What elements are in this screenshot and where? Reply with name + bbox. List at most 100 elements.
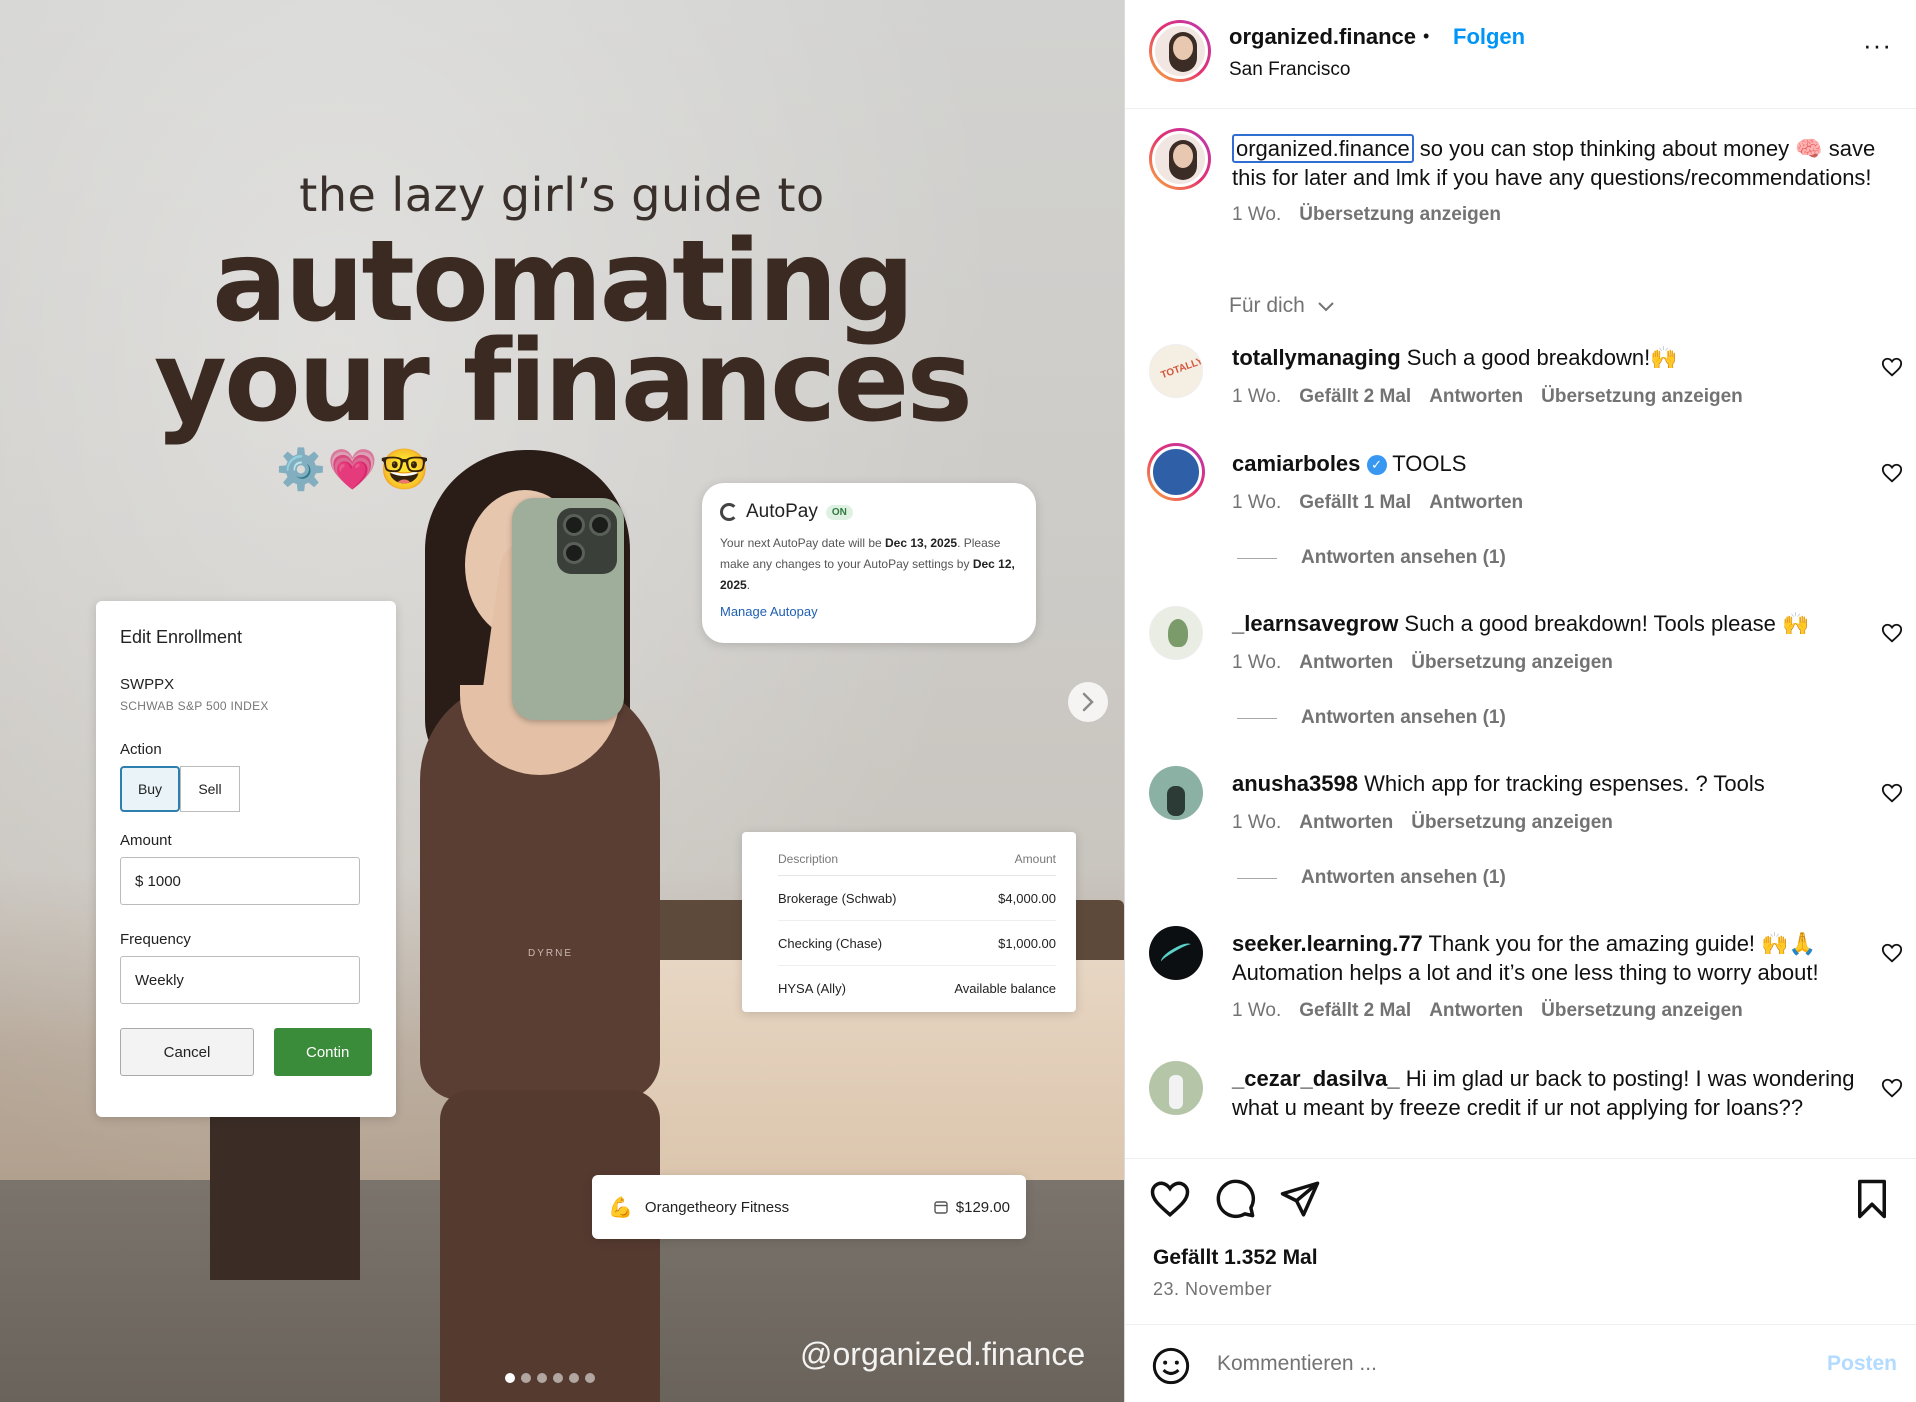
carousel-dot xyxy=(553,1373,563,1383)
heart-icon[interactable] xyxy=(1881,622,1903,644)
verified-badge-icon: ✓ xyxy=(1366,455,1387,476)
camera-lens xyxy=(589,514,611,536)
comment-likes[interactable]: Gefällt 2 Mal xyxy=(1299,1000,1411,1021)
comment-username[interactable]: anusha3598 xyxy=(1232,771,1358,796)
post-image-title-line2: your finances xyxy=(153,317,973,447)
post-sidebar: organized.finance • Folgen San Francisco… xyxy=(1124,0,1916,1402)
comment-username[interactable]: _cezar_dasilva_ xyxy=(1232,1066,1400,1091)
comment-text: totallymanaging Such a good breakdown!🙌 xyxy=(1232,343,1862,372)
comment-time[interactable]: 1 Wo. xyxy=(1232,386,1281,407)
comment-text: camiarboles ✓ TOOLS xyxy=(1232,449,1862,478)
camera-lens xyxy=(563,542,585,564)
bookmark-icon[interactable] xyxy=(1851,1178,1893,1220)
table-col-amount: Amount xyxy=(1014,851,1056,866)
reply-button[interactable]: Antworten xyxy=(1299,812,1393,833)
comment-time[interactable]: 1 Wo. xyxy=(1232,652,1281,673)
comment-time[interactable]: 1 Wo. xyxy=(1232,812,1281,833)
comment-username[interactable]: totallymanaging xyxy=(1232,345,1401,370)
comment-meta: 1 Wo. Antworten Übersetzung anzeigen xyxy=(1232,812,1631,834)
comment-time[interactable]: 1 Wo. xyxy=(1232,492,1281,513)
enroll-continue-button: Contin xyxy=(274,1028,372,1076)
heart-icon[interactable] xyxy=(1881,1077,1903,1099)
comment-avatar[interactable] xyxy=(1149,606,1203,660)
comment-time[interactable]: 1 Wo. xyxy=(1232,1000,1281,1021)
author-avatar[interactable] xyxy=(1149,20,1211,82)
comment-username[interactable]: seeker.learning.77 xyxy=(1232,931,1423,956)
comment-text: anusha3598 Which app for tracking espens… xyxy=(1232,769,1862,798)
comment-bubble-icon[interactable] xyxy=(1215,1178,1257,1220)
author-username[interactable]: organized.finance xyxy=(1229,24,1416,50)
header-divider xyxy=(1125,108,1916,109)
amount-label: Amount xyxy=(120,832,172,849)
transfer-table-card: Description Amount Brokerage (Schwab) $4… xyxy=(742,832,1076,1012)
translate-button[interactable]: Übersetzung anzeigen xyxy=(1411,812,1613,833)
comment-text: _cezar_dasilva_ Hi im glad ur back to po… xyxy=(1232,1064,1862,1122)
translate-button[interactable]: Übersetzung anzeigen xyxy=(1411,652,1613,673)
follow-button[interactable]: Folgen xyxy=(1453,24,1525,50)
autopay-card: AutoPay ON Your next AutoPay date will b… xyxy=(702,483,1036,643)
comment-likes[interactable]: Gefällt 2 Mal xyxy=(1299,386,1411,407)
share-paper-plane-icon[interactable] xyxy=(1279,1178,1321,1220)
post-media[interactable]: the lazy girl’s guide to automating your… xyxy=(0,0,1124,1402)
reply-button[interactable]: Antworten xyxy=(1299,652,1393,673)
row-description: HYSA (Ally) xyxy=(778,981,846,996)
composer-divider xyxy=(1125,1324,1916,1325)
post-image-subtitle: the lazy girl’s guide to xyxy=(299,168,825,222)
comment-sort-dropdown[interactable]: Für dich xyxy=(1229,294,1335,318)
like-heart-icon[interactable] xyxy=(1149,1178,1191,1220)
reply-button[interactable]: Antworten xyxy=(1429,492,1523,513)
comment-avatar[interactable]: TOTALLY xyxy=(1149,344,1203,398)
leggings xyxy=(440,1090,660,1402)
view-replies-button[interactable]: Antworten ansehen (1) xyxy=(1237,867,1506,889)
post-caption: organized.finance so you can stop thinki… xyxy=(1232,134,1882,229)
caption-avatar[interactable] xyxy=(1149,128,1211,190)
enroll-cancel-button: Cancel xyxy=(120,1028,254,1076)
person-silhouette xyxy=(1169,1075,1183,1109)
emoji-smiley-icon[interactable] xyxy=(1151,1346,1191,1386)
caption-translate[interactable]: Übersetzung anzeigen xyxy=(1299,204,1501,225)
translate-button[interactable]: Übersetzung anzeigen xyxy=(1541,1000,1743,1021)
heart-icon[interactable] xyxy=(1881,462,1903,484)
table-col-description: Description xyxy=(778,851,839,866)
carousel-dot xyxy=(521,1373,531,1383)
comment-input[interactable]: Kommentieren ... xyxy=(1217,1352,1377,1376)
more-options-button[interactable]: ··· xyxy=(1863,30,1892,61)
heart-icon[interactable] xyxy=(1881,942,1903,964)
replies-line xyxy=(1237,557,1277,559)
row-description: Brokerage (Schwab) xyxy=(778,890,897,906)
view-replies-button[interactable]: Antworten ansehen (1) xyxy=(1237,707,1506,729)
reply-button[interactable]: Antworten xyxy=(1429,1000,1523,1021)
comment-likes[interactable]: Gefällt 1 Mal xyxy=(1299,492,1411,513)
frequency-field: Weekly xyxy=(120,956,360,1004)
comment-avatar[interactable] xyxy=(1149,926,1203,980)
amount-field: $ 1000 xyxy=(120,857,360,905)
post-location[interactable]: San Francisco xyxy=(1229,59,1350,81)
carousel-dot xyxy=(537,1373,547,1383)
row-description: Checking (Chase) xyxy=(778,935,883,951)
comment-avatar[interactable] xyxy=(1147,443,1205,501)
heart-icon[interactable] xyxy=(1881,782,1903,804)
next-slide-button[interactable] xyxy=(1068,682,1108,722)
frequency-label: Frequency xyxy=(120,931,191,948)
post-comment-button[interactable]: Posten xyxy=(1827,1352,1897,1376)
table-row: Checking (Chase) $1,000.00 xyxy=(778,921,1056,966)
header-separator: • xyxy=(1423,26,1430,46)
comment-username[interactable]: camiarboles xyxy=(1232,451,1360,476)
comment-username[interactable]: _learnsavegrow xyxy=(1232,611,1398,636)
action-label: Action xyxy=(120,741,162,758)
fund-ticker: SWPPX xyxy=(120,676,175,693)
caption-time[interactable]: 1 Wo. xyxy=(1232,204,1281,225)
merchant-amount: $129.00 xyxy=(955,1198,1010,1216)
action-segmented: Buy Sell xyxy=(120,766,372,812)
flexed-arm-icon: 💪 xyxy=(608,1196,633,1219)
comment-avatar[interactable] xyxy=(1149,766,1203,820)
view-replies-label: Antworten ansehen (1) xyxy=(1301,547,1506,568)
like-count[interactable]: Gefällt 1.352 Mal xyxy=(1153,1246,1318,1270)
caption-username[interactable]: organized.finance xyxy=(1232,134,1414,163)
post-date[interactable]: 23. November xyxy=(1153,1279,1272,1300)
heart-icon[interactable] xyxy=(1881,356,1903,378)
translate-button[interactable]: Übersetzung anzeigen xyxy=(1541,386,1743,407)
view-replies-button[interactable]: Antworten ansehen (1) xyxy=(1237,547,1506,569)
reply-button[interactable]: Antworten xyxy=(1429,386,1523,407)
comment-avatar[interactable] xyxy=(1149,1061,1203,1115)
